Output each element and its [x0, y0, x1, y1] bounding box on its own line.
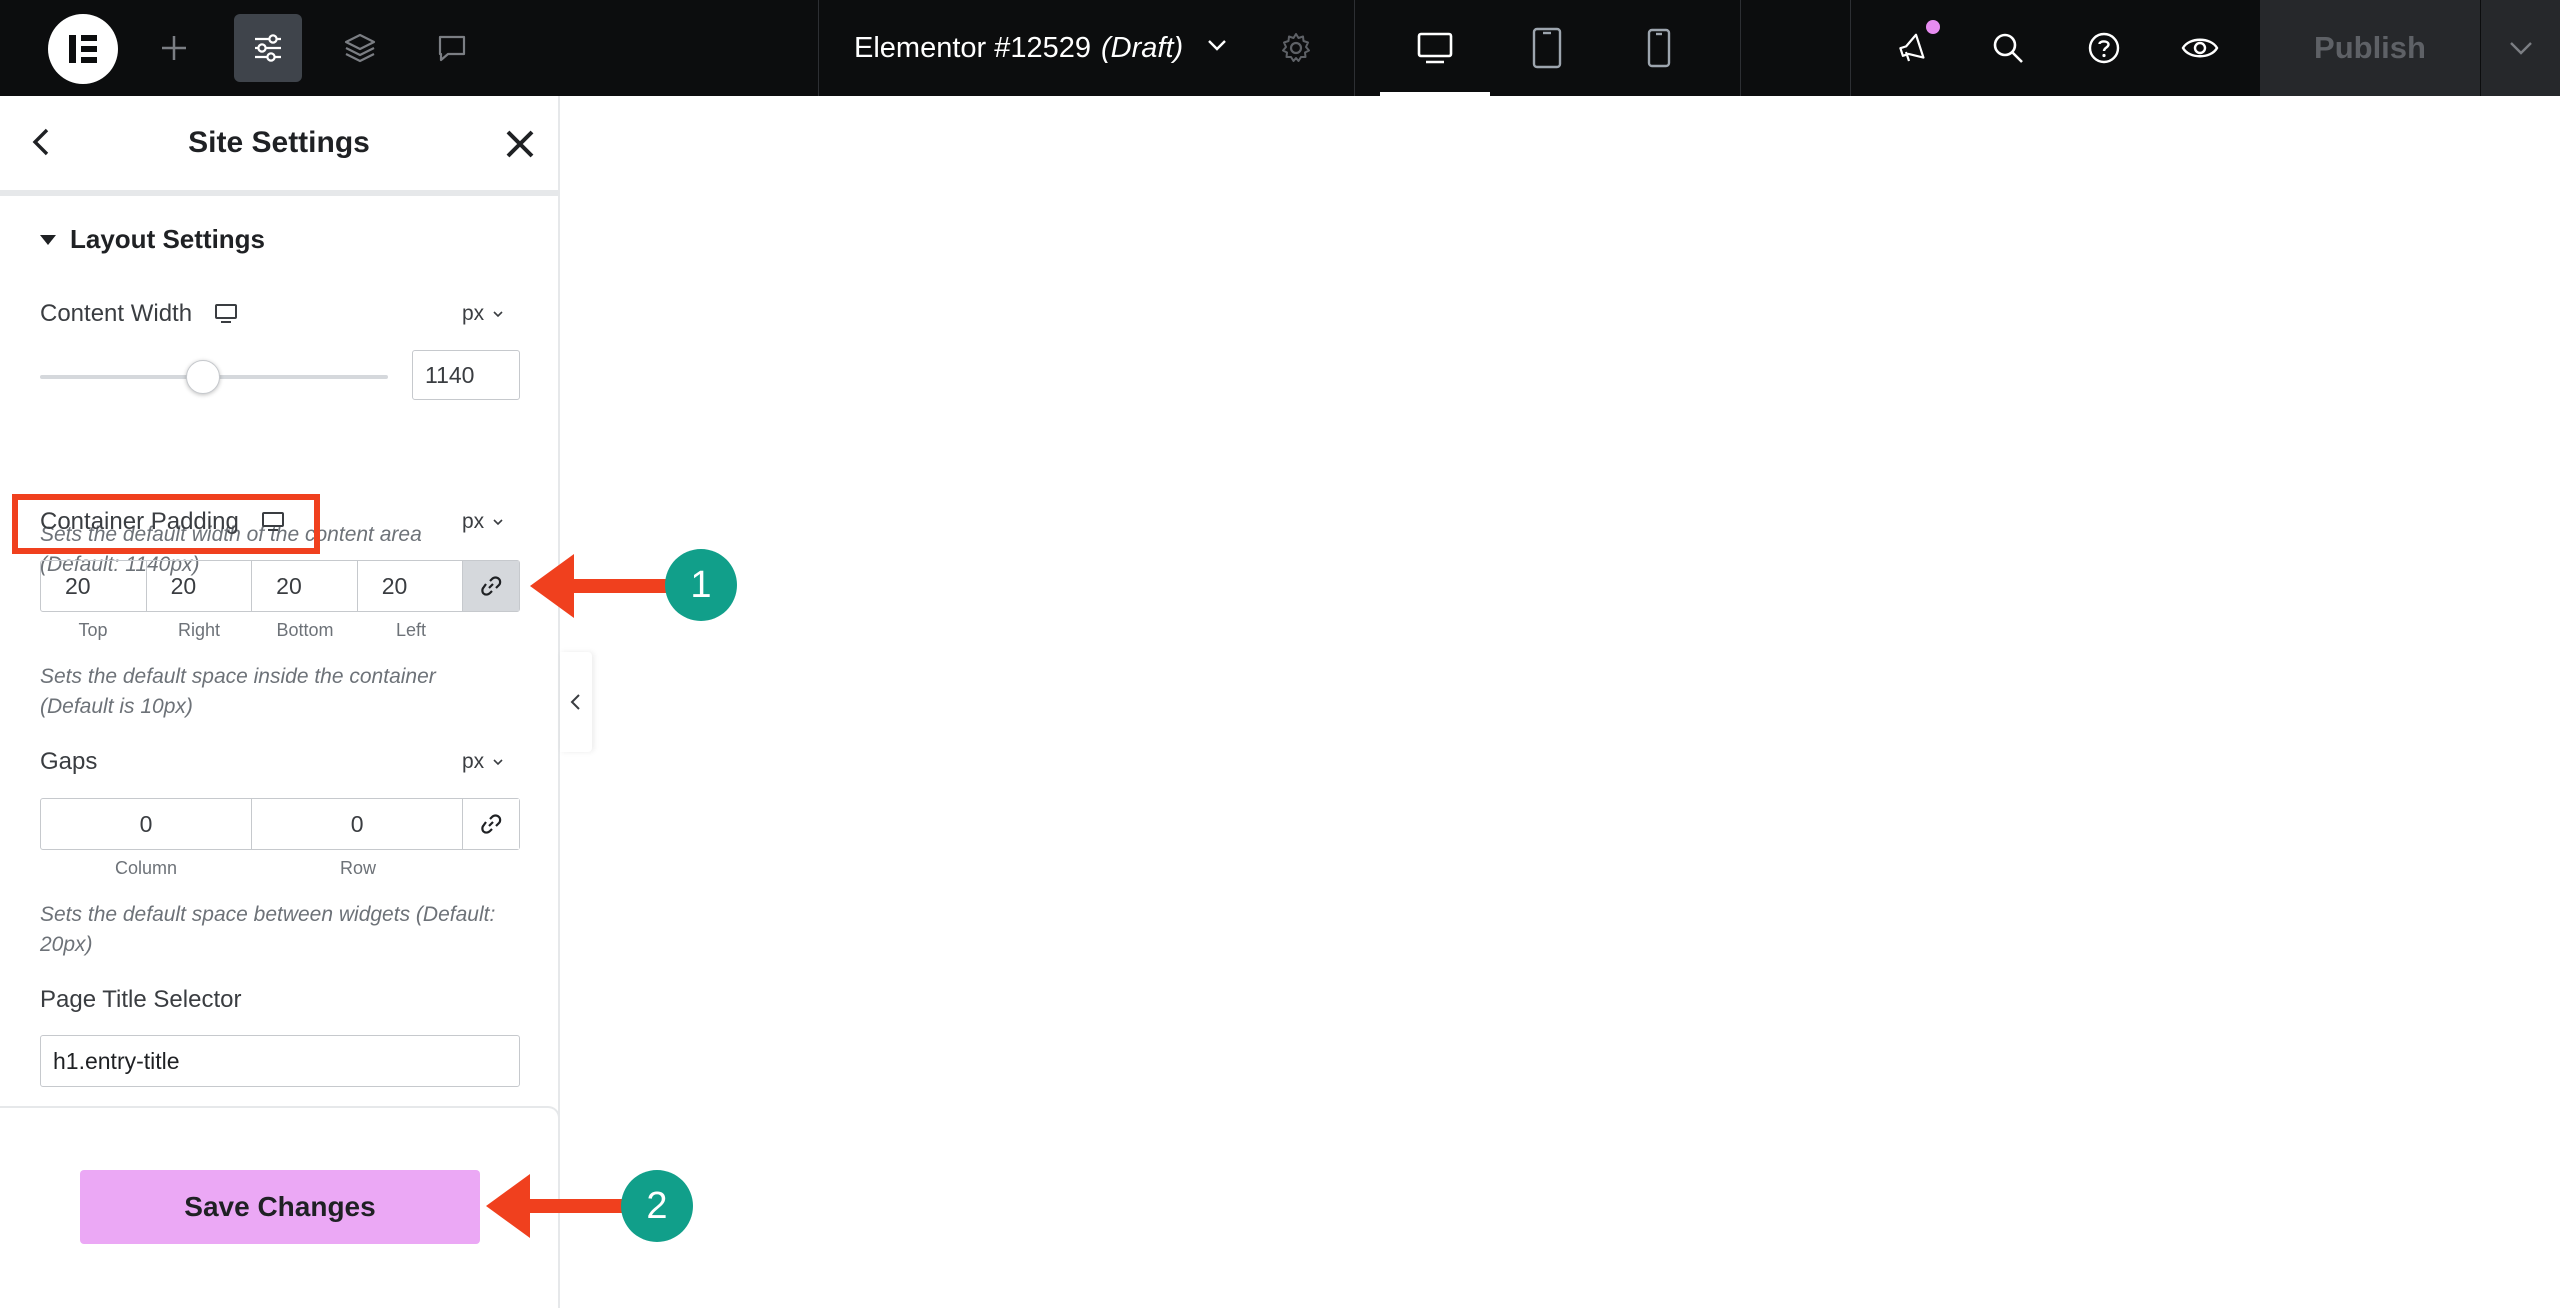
site-settings-panel: Site Settings Layout Settings Content Wi… [0, 96, 560, 1308]
editor-canvas[interactable] [562, 96, 2560, 1308]
elementor-logo-icon [69, 35, 97, 63]
section-toggle-layout[interactable]: Layout Settings [40, 224, 265, 255]
tablet-view-button[interactable] [1492, 0, 1602, 96]
padding-top-input[interactable]: 20 [41, 561, 147, 611]
chevron-down-icon [492, 750, 504, 774]
eye-icon [2181, 38, 2219, 58]
padding-bottom-input[interactable]: 20 [252, 561, 358, 611]
gap-column-input[interactable]: 0 [41, 799, 253, 849]
padding-left-label: Left [395, 620, 427, 640]
comment-icon [438, 35, 466, 62]
link-values-button[interactable] [463, 799, 519, 849]
unit-label: px [462, 302, 485, 325]
document-status: (Draft) [1101, 31, 1184, 64]
gaps-help: Sets the default space between widgets (… [40, 900, 530, 960]
annotation-arrow-1 [530, 554, 672, 618]
gear-icon [1282, 33, 1310, 62]
help-icon [2088, 32, 2120, 64]
content-width-slider-handle[interactable] [185, 360, 220, 394]
save-changes-button[interactable]: Save Changes [80, 1170, 480, 1244]
separator [1850, 0, 1851, 96]
chevron-down-icon [1205, 32, 1229, 65]
gaps-unit-select[interactable]: px [462, 750, 504, 774]
page-title-selector-label: Page Title Selector [40, 986, 242, 1013]
site-settings-button[interactable] [234, 14, 302, 82]
close-icon [506, 130, 534, 158]
back-button[interactable] [24, 124, 60, 160]
top-bar: Elementor #12529 (Draft) Publish [0, 0, 2560, 96]
collapse-panel-button[interactable] [560, 652, 592, 752]
content-width-label: Content Width [40, 300, 238, 328]
separator [818, 0, 819, 96]
comments-button[interactable] [418, 14, 486, 82]
annotation-arrow-2 [486, 1174, 628, 1238]
structure-button[interactable] [326, 14, 394, 82]
publish-button[interactable]: Publish [2260, 0, 2480, 96]
help-text: 20px) [40, 933, 93, 956]
chevron-down-icon [492, 510, 504, 534]
sliders-icon [255, 34, 281, 62]
padding-left-input[interactable]: 20 [358, 561, 464, 611]
panel-header: Site Settings [0, 96, 558, 190]
plus-icon [162, 36, 186, 60]
help-text: Sets the default space between widgets (… [40, 903, 496, 926]
link-icon [481, 576, 502, 596]
padding-right-input[interactable]: 20 [147, 561, 253, 611]
document-title: Elementor #12529 [854, 31, 1091, 64]
layers-icon [344, 33, 376, 63]
close-button[interactable] [500, 124, 540, 164]
highlight-box [12, 494, 320, 554]
container-padding-unit-select[interactable]: px [462, 510, 504, 534]
desktop-icon [1417, 32, 1453, 64]
gap-row-input[interactable]: 0 [252, 799, 464, 849]
megaphone-icon [1899, 33, 1925, 62]
mobile-view-button[interactable] [1604, 0, 1714, 96]
chevron-left-icon [570, 694, 580, 710]
gaps-label: Gaps [40, 748, 98, 775]
step-badge-2: 2 [621, 1170, 693, 1242]
desktop-view-button[interactable] [1380, 0, 1490, 96]
step-badge-1: 1 [665, 549, 737, 621]
separator [1354, 0, 1355, 96]
publish-options-button[interactable] [2481, 0, 2560, 96]
separator [1740, 0, 1741, 96]
tablet-icon [1532, 27, 1562, 69]
caret-down-icon [40, 234, 56, 245]
mobile-icon [1647, 28, 1671, 68]
chevron-down-icon [2509, 42, 2532, 55]
unit-label: px [462, 510, 485, 533]
notification-dot [1926, 20, 1940, 34]
help-button[interactable] [2070, 14, 2138, 82]
content-width-unit-select[interactable]: px [462, 302, 504, 326]
container-padding-help: Sets the default space inside the contai… [40, 662, 530, 722]
chevron-left-icon [32, 128, 49, 156]
divider [0, 190, 558, 196]
content-width-input[interactable]: 1140 [412, 350, 520, 400]
link-icon [481, 814, 502, 834]
gap-column-label: Column [114, 858, 178, 878]
desktop-icon[interactable] [214, 303, 238, 325]
preview-button[interactable] [2166, 14, 2234, 82]
panel-title: Site Settings [188, 126, 370, 159]
help-text: (Default is 10px) [40, 695, 193, 718]
gaps-inputs: 0 0 [40, 798, 520, 850]
container-padding-inputs: 20 20 20 20 [40, 560, 520, 612]
content-width-label-text: Content Width [40, 300, 193, 327]
link-values-button[interactable] [463, 561, 520, 611]
search-icon [1993, 33, 2023, 63]
page-title-selector-input[interactable]: h1.entry-title [40, 1035, 520, 1087]
search-button[interactable] [1974, 14, 2042, 82]
help-text: Sets the default space inside the contai… [40, 665, 436, 688]
unit-label: px [462, 750, 485, 773]
padding-top-label: Top [78, 620, 108, 640]
document-title-dropdown[interactable]: Elementor #12529 (Draft) [854, 0, 1229, 96]
add-element-button[interactable] [140, 14, 208, 82]
elementor-logo[interactable] [48, 14, 118, 84]
chevron-down-icon [492, 302, 504, 326]
page-settings-button[interactable] [1262, 14, 1330, 82]
padding-right-label: Right [177, 620, 221, 640]
gap-row-label: Row [339, 858, 376, 878]
padding-bottom-label: Bottom [276, 620, 334, 640]
section-title: Layout Settings [70, 224, 266, 254]
